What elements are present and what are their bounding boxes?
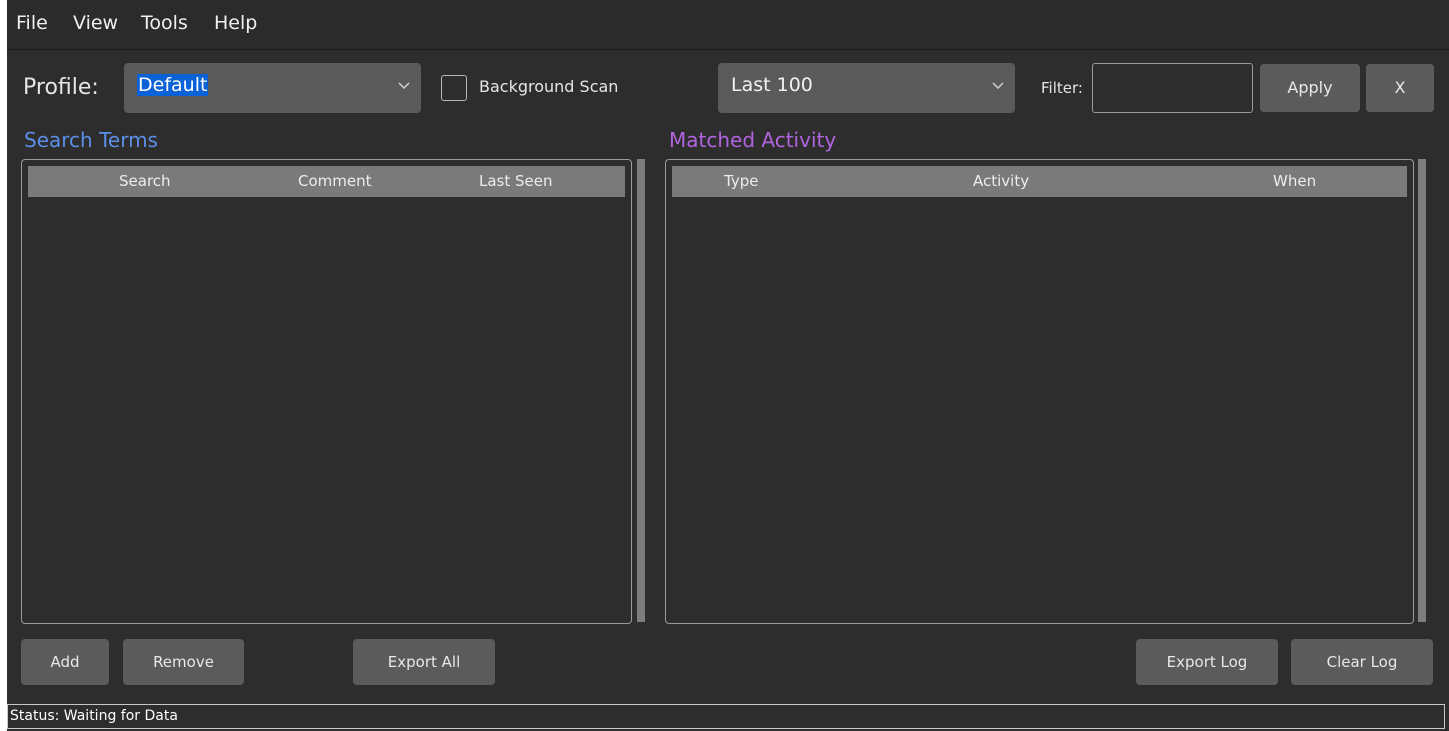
status-bar: Status: Waiting for Data	[7, 704, 1445, 729]
search-terms-scrollbar[interactable]	[637, 159, 645, 622]
range-value: Last 100	[731, 74, 813, 96]
status-text: Status: Waiting for Data	[10, 708, 178, 724]
export-all-button[interactable]: Export All	[353, 639, 495, 685]
search-terms-title: Search Terms	[24, 128, 158, 152]
matched-activity-table[interactable]: Type Activity When	[665, 159, 1414, 624]
menu-bar: File View Tools Help	[7, 0, 1449, 50]
column-comment[interactable]: Comment	[298, 172, 372, 190]
clear-log-button[interactable]: Clear Log	[1291, 639, 1433, 685]
clear-filter-button[interactable]: X	[1366, 64, 1434, 112]
column-last-seen[interactable]: Last Seen	[479, 172, 553, 190]
profile-value-wrap: Default	[137, 74, 209, 96]
column-activity[interactable]: Activity	[973, 172, 1029, 190]
export-log-button[interactable]: Export Log	[1136, 639, 1278, 685]
menu-view[interactable]: View	[73, 12, 118, 34]
profile-value: Default	[137, 74, 209, 96]
matched-activity-header: Type Activity When	[672, 166, 1407, 197]
column-search[interactable]: Search	[119, 172, 171, 190]
app-window: File View Tools Help Profile: Default Ba…	[7, 0, 1449, 731]
background-scan-checkbox[interactable]	[441, 75, 467, 101]
apply-button[interactable]: Apply	[1260, 64, 1360, 112]
profile-label: Profile:	[23, 75, 99, 100]
column-type[interactable]: Type	[724, 172, 758, 190]
search-terms-table[interactable]: Search Comment Last Seen	[21, 159, 632, 624]
menu-help[interactable]: Help	[214, 12, 257, 34]
range-dropdown[interactable]: Last 100	[718, 63, 1015, 113]
background-scan-label: Background Scan	[479, 77, 619, 96]
matched-activity-scrollbar[interactable]	[1418, 159, 1426, 622]
filter-input[interactable]	[1092, 63, 1253, 113]
matched-activity-title: Matched Activity	[669, 128, 837, 152]
filter-label: Filter:	[1041, 79, 1083, 97]
remove-button[interactable]: Remove	[123, 639, 244, 685]
chevron-down-icon	[992, 82, 1004, 90]
profile-dropdown[interactable]: Default	[124, 63, 421, 113]
search-terms-header: Search Comment Last Seen	[28, 166, 625, 197]
chevron-down-icon	[398, 82, 410, 90]
menu-tools[interactable]: Tools	[141, 12, 188, 34]
menu-file[interactable]: File	[16, 12, 48, 34]
add-button[interactable]: Add	[21, 639, 109, 685]
column-when[interactable]: When	[1273, 172, 1316, 190]
